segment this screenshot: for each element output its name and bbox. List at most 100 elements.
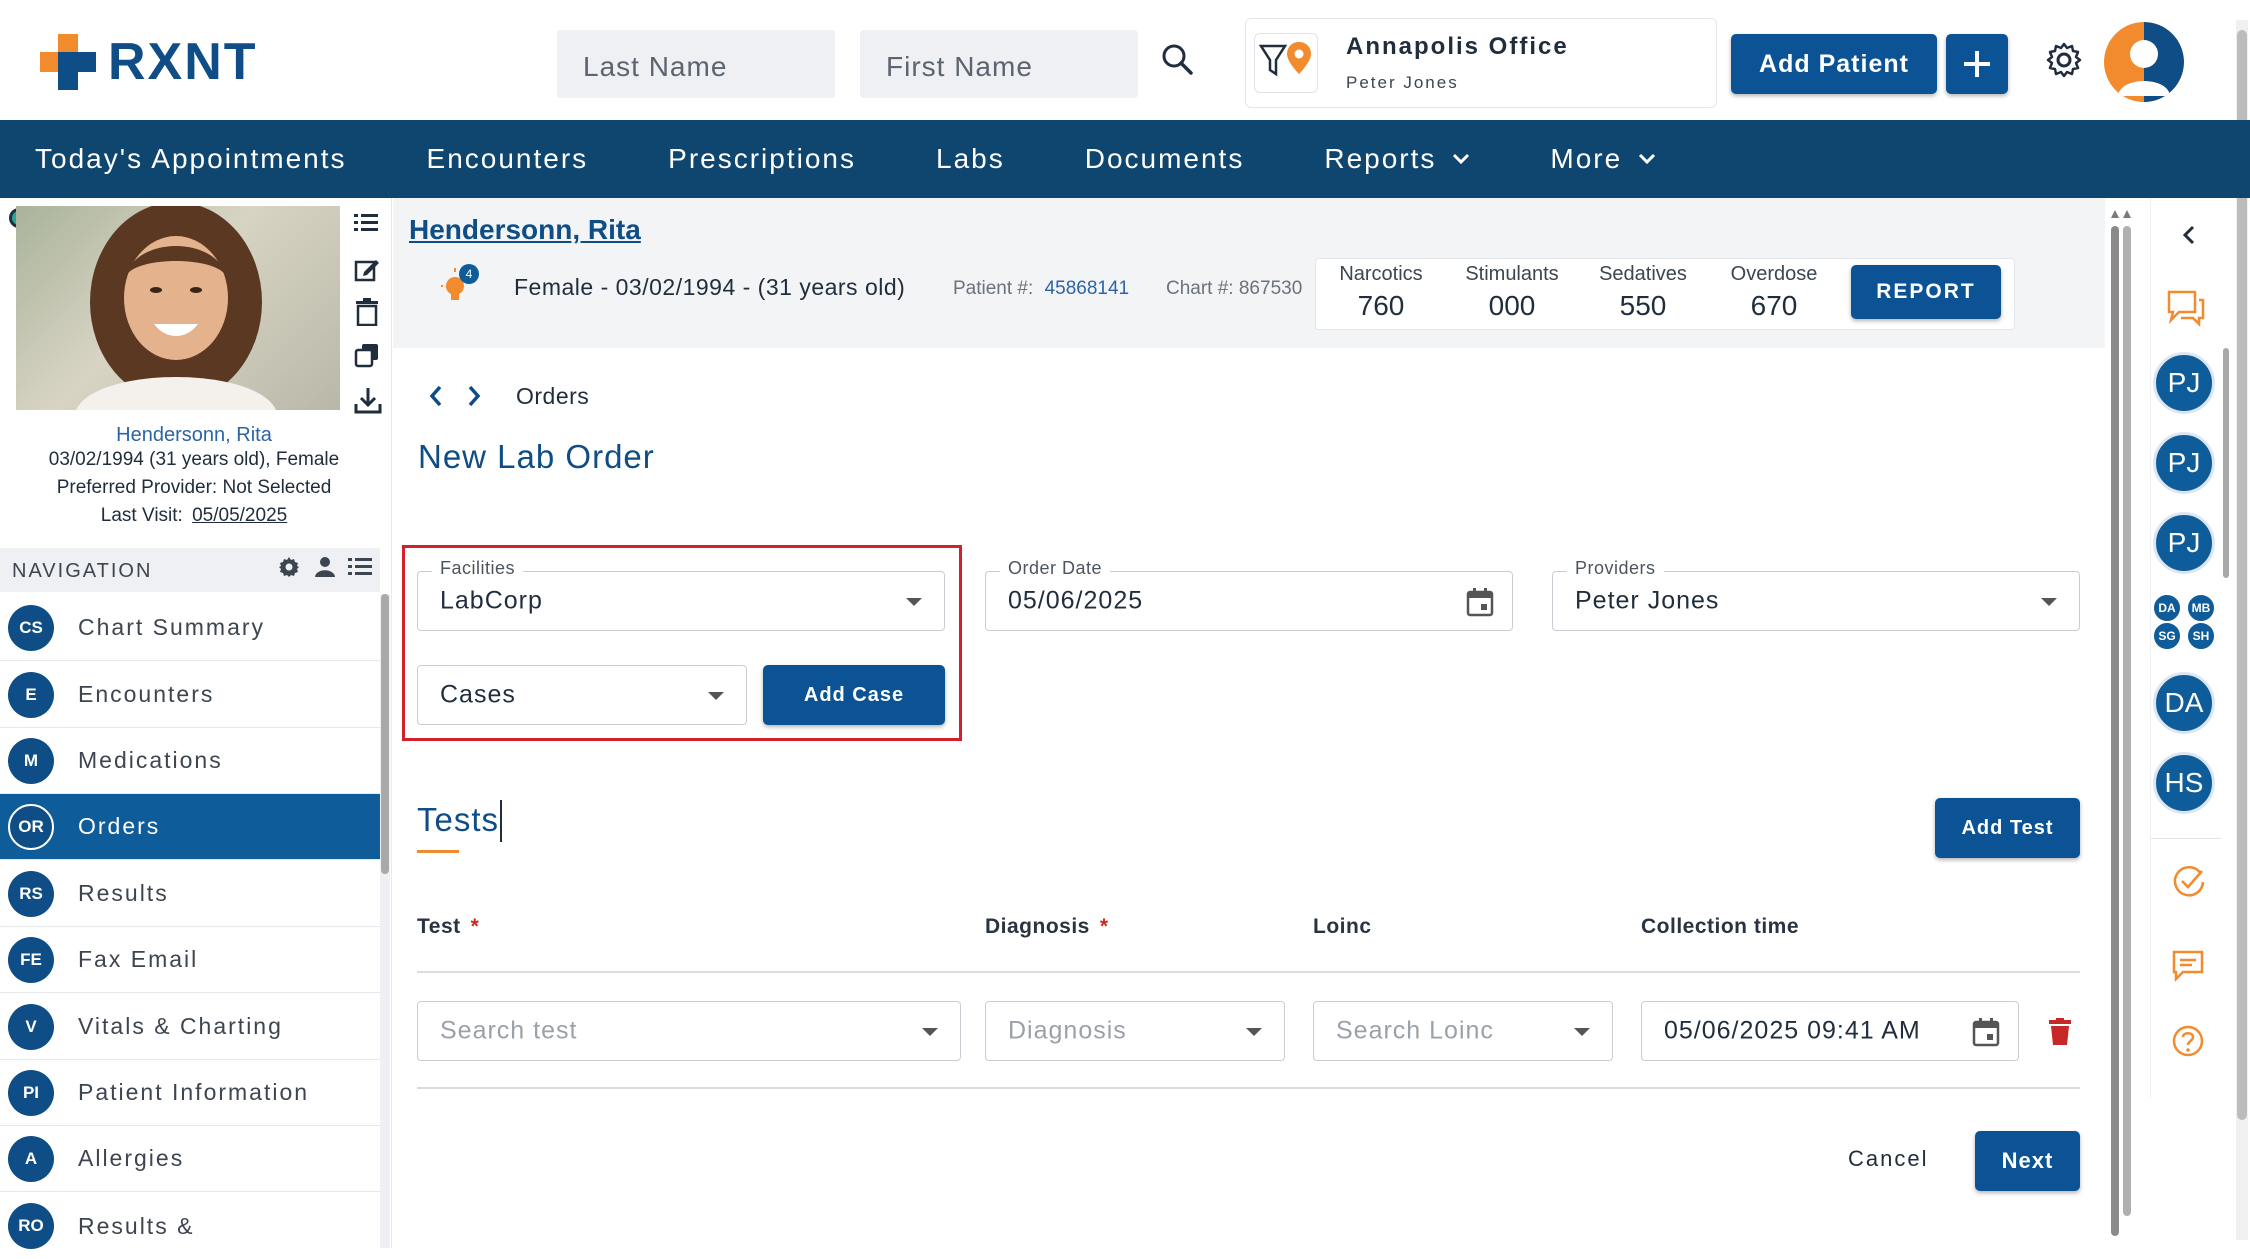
- main-scrollbar[interactable]: [2109, 206, 2133, 1246]
- report-button[interactable]: REPORT: [1851, 265, 2001, 319]
- sidebar-item-abbr: V: [8, 1003, 54, 1050]
- nav-more[interactable]: More: [1550, 143, 1656, 175]
- nav-labs[interactable]: Labs: [936, 143, 1005, 175]
- calendar-icon[interactable]: [1972, 1017, 2000, 1047]
- calendar-icon[interactable]: [1466, 587, 1494, 617]
- rail-scrollbar[interactable]: [2221, 318, 2231, 788]
- sidebar-item-abbr: E: [8, 671, 54, 718]
- sidebar-item-patient-information[interactable]: PI Patient Information: [0, 1060, 380, 1126]
- cases-select[interactable]: Cases: [417, 665, 747, 725]
- nav-settings-gear-icon[interactable]: [278, 556, 300, 578]
- sidebar-item-allergies[interactable]: A Allergies: [0, 1126, 380, 1192]
- logo-cross-icon: [40, 34, 96, 90]
- diagnosis-select[interactable]: Diagnosis: [985, 1001, 1285, 1061]
- facilities-value: LabCorp: [440, 586, 543, 615]
- stat-sedatives: Sedatives 550: [1578, 259, 1708, 322]
- right-rail: PJ PJ PJ DA MB SG SH DA HS: [2150, 198, 2234, 1098]
- sidebar-item-orders[interactable]: OR Orders: [0, 794, 380, 860]
- last-name-search-input[interactable]: Last Name: [557, 30, 835, 98]
- add-case-button[interactable]: Add Case: [763, 665, 945, 725]
- user-badge-pj[interactable]: PJ: [2153, 432, 2215, 494]
- search-icon[interactable]: [1160, 42, 1194, 76]
- providers-select[interactable]: Providers Peter Jones: [1552, 558, 2080, 631]
- nav-documents[interactable]: Documents: [1085, 143, 1245, 175]
- user-badge-hs[interactable]: HS: [2153, 752, 2215, 814]
- add-patient-button[interactable]: Add Patient: [1731, 34, 1937, 94]
- last-visit-date[interactable]: 05/05/2025: [192, 505, 287, 526]
- trash-icon[interactable]: [356, 298, 378, 326]
- stat-narcotics: Narcotics 760: [1316, 259, 1446, 322]
- nav-todays-appointments[interactable]: Today's Appointments: [35, 143, 347, 175]
- delete-row-trash-icon[interactable]: [2049, 1018, 2071, 1046]
- collapse-chevron-icon[interactable]: [2181, 224, 2197, 246]
- sidebar-scrollbar[interactable]: [380, 594, 390, 1248]
- patient-card-last-visit: Last Visit: 05/05/2025: [0, 505, 388, 527]
- loinc-placeholder: Search Loinc: [1336, 1016, 1494, 1045]
- chat-bubbles-icon[interactable]: [2165, 288, 2207, 328]
- next-button[interactable]: Next: [1975, 1131, 2080, 1191]
- collection-time-field[interactable]: 05/06/2025 09:41 AM: [1641, 1001, 2019, 1061]
- main-nav-bar: Today's Appointments Encounters Prescrip…: [0, 120, 2250, 198]
- diagnosis-placeholder: Diagnosis: [1008, 1016, 1127, 1045]
- first-name-search-input[interactable]: First Name: [860, 30, 1138, 98]
- scroll-up-arrow-icon[interactable]: [2109, 206, 2133, 222]
- nav-list-icon[interactable]: [348, 558, 372, 576]
- settings-gear-icon[interactable]: [2046, 42, 2082, 78]
- sidebar-item-fax-email[interactable]: FE Fax Email: [0, 927, 380, 993]
- dropdown-caret-icon: [1574, 1028, 1590, 1036]
- edit-icon[interactable]: [354, 256, 380, 282]
- nav-encounters[interactable]: Encounters: [427, 143, 589, 175]
- sidebar-item-encounters[interactable]: E Encounters: [0, 662, 380, 728]
- patient-number-value[interactable]: 45868141: [1045, 278, 1130, 299]
- dropdown-caret-icon: [906, 598, 922, 606]
- test-search-placeholder: Search test: [440, 1016, 578, 1045]
- message-icon[interactable]: [2171, 948, 2205, 982]
- test-search-select[interactable]: Search test: [417, 1001, 961, 1061]
- check-circle-icon[interactable]: [2171, 864, 2207, 900]
- user-badge-da[interactable]: DA: [2153, 672, 2215, 734]
- sidebar-item-results[interactable]: RS Results: [0, 861, 380, 927]
- sidebar-item-medications[interactable]: M Medications: [0, 728, 380, 794]
- facilities-select[interactable]: Facilities LabCorp: [417, 558, 945, 631]
- sidebar-item-chart-summary[interactable]: CS Chart Summary: [0, 595, 380, 661]
- office-selector[interactable]: Annapolis Office Peter Jones: [1245, 18, 1717, 108]
- nav-prescriptions[interactable]: Prescriptions: [668, 143, 856, 175]
- user-mini-badge-sg[interactable]: SG: [2153, 622, 2181, 650]
- col-loinc: Loinc: [1313, 915, 1372, 938]
- sidebar-item-abbr: RO: [8, 1203, 54, 1249]
- sidebar-item-results-and[interactable]: RO Results &: [0, 1193, 380, 1259]
- user-mini-badge-da[interactable]: DA: [2153, 594, 2181, 622]
- user-badge-pj[interactable]: PJ: [2153, 352, 2215, 414]
- loinc-select[interactable]: Search Loinc: [1313, 1001, 1613, 1061]
- download-icon[interactable]: [354, 386, 382, 414]
- order-date-value: 05/06/2025: [1008, 586, 1144, 615]
- nav-reports[interactable]: Reports: [1324, 143, 1470, 175]
- help-icon[interactable]: [2171, 1024, 2205, 1058]
- window-scrollbar[interactable]: [2236, 20, 2248, 1240]
- user-mini-badge-mb[interactable]: MB: [2187, 594, 2215, 622]
- patient-header-name[interactable]: Hendersonn, Rita: [409, 214, 641, 246]
- dropdown-caret-icon: [708, 692, 724, 700]
- nav-person-icon[interactable]: [314, 556, 336, 578]
- add-test-button[interactable]: Add Test: [1935, 798, 2080, 858]
- user-avatar[interactable]: [2104, 22, 2184, 102]
- list-icon[interactable]: [354, 212, 378, 232]
- sidebar-item-label: Allergies: [78, 1145, 185, 1171]
- alert-bulb-icon[interactable]: 4: [441, 264, 479, 308]
- rxnt-logo[interactable]: RXNT: [36, 30, 258, 94]
- order-date-field[interactable]: Order Date 05/06/2025: [985, 558, 1513, 631]
- add-plus-button[interactable]: [1946, 34, 2008, 94]
- back-chevron-icon[interactable]: [427, 384, 445, 408]
- providers-value: Peter Jones: [1575, 586, 1720, 615]
- sidebar-item-vitals-charting[interactable]: V Vitals & Charting: [0, 994, 380, 1060]
- dropdown-caret-icon: [2041, 598, 2057, 606]
- patient-card-name[interactable]: Hendersonn, Rita: [0, 424, 388, 447]
- cancel-button[interactable]: Cancel: [1848, 1146, 1928, 1172]
- user-silhouette-icon: [2118, 22, 2184, 102]
- left-panel: Hendersonn, Rita 03/02/1994 (31 years ol…: [0, 198, 392, 1249]
- breadcrumb-orders[interactable]: Orders: [516, 383, 589, 410]
- forward-chevron-icon[interactable]: [465, 384, 483, 408]
- copy-icon[interactable]: [354, 342, 380, 368]
- user-badge-pj[interactable]: PJ: [2153, 512, 2215, 574]
- user-mini-badge-sh[interactable]: SH: [2187, 622, 2215, 650]
